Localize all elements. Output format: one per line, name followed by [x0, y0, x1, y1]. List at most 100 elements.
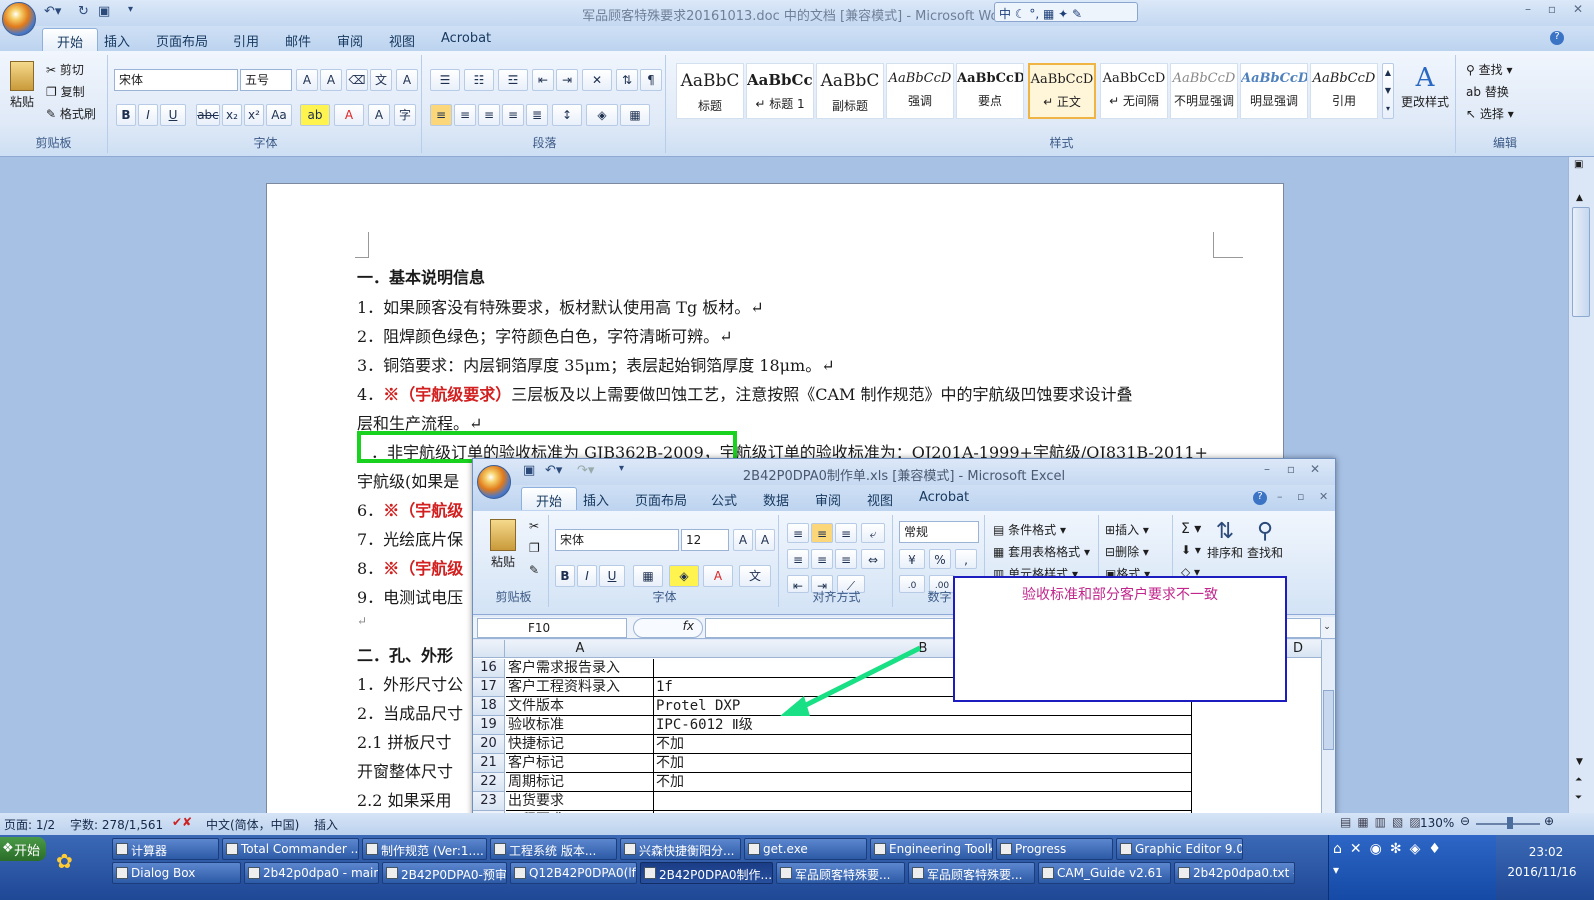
- taskbar-button[interactable]: Q12B42P0DPA0(lf)...: [510, 862, 637, 884]
- xl-cell-b[interactable]: 不加: [654, 735, 1192, 754]
- status-language[interactable]: 中文(简体，中国): [206, 816, 299, 833]
- taskbar-button[interactable]: 计算器: [112, 838, 219, 860]
- xl-tab-data[interactable]: 数据: [763, 490, 789, 509]
- xl-cell-a[interactable]: 验收标准: [506, 716, 654, 735]
- status-page[interactable]: 页面: 1/2: [4, 816, 55, 833]
- doc-line-m4[interactable]: 开窗整体尺寸: [357, 758, 453, 782]
- style-title[interactable]: AaBbC 标题: [676, 63, 744, 119]
- xl-doc-restore[interactable]: ▫: [1297, 490, 1304, 503]
- select-button[interactable]: ↖ 选择 ▾: [1466, 105, 1514, 122]
- zoom-slider[interactable]: ⊖ ⊕: [1460, 814, 1556, 832]
- xl-align-bottom[interactable]: ≡: [835, 523, 857, 543]
- doc-line-5b[interactable]: 宇航级(如果是: [357, 468, 459, 492]
- xl-phonetic-button[interactable]: 文: [739, 565, 771, 587]
- xl-row-header[interactable]: 18: [473, 697, 505, 716]
- taskbar-button[interactable]: 军品顾客特殊要...: [776, 862, 905, 884]
- view-buttons[interactable]: ▤▦▥▧▨: [1340, 815, 1427, 829]
- xl-cell-a[interactable]: 客户工程资料录入: [506, 678, 654, 697]
- scroll-thumb[interactable]: [1572, 207, 1590, 317]
- char-shading-button[interactable]: A: [368, 104, 390, 126]
- xl-insert-button[interactable]: ⊞插入 ▾: [1105, 521, 1149, 538]
- chinese-layout-button[interactable]: ✕: [582, 69, 612, 91]
- xl-row-header[interactable]: 21: [473, 754, 505, 773]
- xl-cell-b[interactable]: [654, 792, 1192, 811]
- doc-line-3[interactable]: 3．铜箔要求：内层铜箔厚度 35μm；表层起始铜箔厚度 18μm。↵: [357, 352, 835, 376]
- doc-line-6[interactable]: 6．※（宇航级: [357, 497, 463, 521]
- tab-page-layout[interactable]: 页面布局: [156, 31, 208, 50]
- prev-page-icon[interactable]: ⏶: [1575, 775, 1582, 785]
- enclose-char-button[interactable]: 字: [394, 104, 416, 126]
- style-quote[interactable]: AaBbCcD 引用: [1310, 63, 1378, 119]
- tab-review[interactable]: 审阅: [337, 31, 363, 50]
- start-button[interactable]: ❖ 开始: [0, 837, 46, 861]
- doc-line-m3[interactable]: 2.1 拼板尺寸: [357, 729, 452, 753]
- xl-align-center[interactable]: ≡: [811, 549, 833, 569]
- xl-vertical-scrollbar[interactable]: [1321, 640, 1335, 837]
- xl-italic-button[interactable]: I: [577, 565, 597, 587]
- ruler-toggle-icon[interactable]: ▣: [1574, 159, 1583, 170]
- italic-button[interactable]: I: [138, 104, 158, 126]
- xl-name-box[interactable]: F10: [477, 618, 627, 638]
- xl-scroll-thumb[interactable]: [1323, 690, 1334, 750]
- xl-bold-button[interactable]: B: [555, 565, 575, 587]
- xl-help-icon[interactable]: ?: [1253, 491, 1267, 505]
- xl-cell-b[interactable]: 不加: [654, 773, 1192, 792]
- taskbar-button[interactable]: CAM_Guide v2.61: [1038, 862, 1171, 884]
- xl-tab-view[interactable]: 视图: [867, 490, 893, 509]
- taskbar-button[interactable]: 制作规范 (Ver:1....: [362, 838, 487, 860]
- align-left-button[interactable]: ≡: [430, 104, 452, 126]
- paste-button[interactable]: 粘贴: [6, 59, 38, 129]
- xl-grow-font[interactable]: A: [733, 529, 753, 551]
- taskbar-button[interactable]: 工程系统 版本...: [490, 838, 617, 860]
- xl-font-color-button[interactable]: A: [703, 565, 733, 587]
- scroll-up-icon[interactable]: ▲: [1576, 193, 1583, 203]
- style-intense-emphasis[interactable]: AaBbCcD 明显强调: [1240, 63, 1308, 119]
- tab-mailings[interactable]: 邮件: [285, 31, 311, 50]
- taskbar-button[interactable]: 2B42P0DPA0-预审...: [382, 862, 507, 884]
- minimize-button[interactable]: –: [1516, 2, 1540, 20]
- xl-col-a[interactable]: A: [506, 641, 654, 656]
- xl-sum-icon[interactable]: Σ ▾: [1181, 521, 1201, 537]
- next-page-icon[interactable]: ⏷: [1575, 793, 1582, 803]
- xl-row-header[interactable]: 17: [473, 678, 505, 697]
- xl-font-size-combo[interactable]: 12: [681, 529, 729, 551]
- justify-button[interactable]: ≡: [502, 104, 524, 126]
- xl-row-header[interactable]: 19: [473, 716, 505, 735]
- close-button[interactable]: ✕: [1566, 2, 1590, 20]
- doc-line-m2[interactable]: 2．当成品尺寸: [357, 700, 463, 724]
- style-subtle-emphasis[interactable]: AaBbCcD 不明显强调: [1170, 63, 1238, 119]
- taskbar-button[interactable]: 2b42p0dpa0.txt - ...: [1174, 862, 1295, 884]
- doc-line-2[interactable]: 2．阻焊颜色绿色；字符颜色白色，字符清晰可辨。↵: [357, 323, 733, 347]
- doc-line-7[interactable]: 7．光绘底片保: [357, 526, 463, 550]
- xl-tab-home[interactable]: 开始: [521, 487, 578, 510]
- grow-font-button[interactable]: A: [296, 69, 318, 91]
- xl-cell-a[interactable]: 周期标记: [506, 773, 654, 792]
- xl-format-painter-icon[interactable]: ✎: [529, 563, 539, 577]
- copy-button[interactable]: ❐ 复制: [46, 83, 85, 100]
- restore-button[interactable]: ▫: [1540, 2, 1564, 20]
- clock-time[interactable]: 23:02: [1498, 845, 1594, 859]
- xl-delete-button[interactable]: ⊟删除 ▾: [1105, 543, 1149, 560]
- xl-align-left[interactable]: ≡: [787, 549, 809, 569]
- doc-line-m1[interactable]: 1．外形尺寸公: [357, 671, 463, 695]
- strikethrough-button[interactable]: abc: [196, 104, 220, 126]
- xl-comma[interactable]: ,: [955, 549, 977, 569]
- shrink-font-button[interactable]: A: [320, 69, 342, 91]
- xl-fx-button[interactable]: fx: [633, 618, 703, 638]
- xl-table-format-button[interactable]: ▦ 套用表格格式 ▾: [993, 543, 1090, 560]
- change-styles-button[interactable]: A 更改样式: [1398, 63, 1452, 133]
- excel-office-button[interactable]: [477, 465, 511, 499]
- align-center-button[interactable]: ≡: [454, 104, 476, 126]
- status-insert-mode[interactable]: 插入: [314, 816, 338, 833]
- font-color-button[interactable]: A: [334, 104, 364, 126]
- replace-button[interactable]: ab 替换: [1466, 83, 1509, 100]
- word-vertical-scrollbar[interactable]: ▣ ▲ ▼ ⏶ ⏷: [1568, 157, 1594, 813]
- style-normal[interactable]: AaBbCcD ↵ 正文: [1028, 63, 1096, 119]
- zoom-in-icon[interactable]: ⊕: [1544, 814, 1554, 828]
- numbering-button[interactable]: ☷: [464, 69, 494, 91]
- doc-line-m5[interactable]: 2.2 如果采用: [357, 787, 452, 811]
- taskbar-button[interactable]: 兴森快捷衡阳分...: [620, 838, 741, 860]
- cut-button[interactable]: ✂ 剪切: [46, 61, 84, 78]
- excel-restore-button[interactable]: ▫: [1279, 462, 1303, 480]
- xl-row-header[interactable]: 23: [473, 792, 505, 811]
